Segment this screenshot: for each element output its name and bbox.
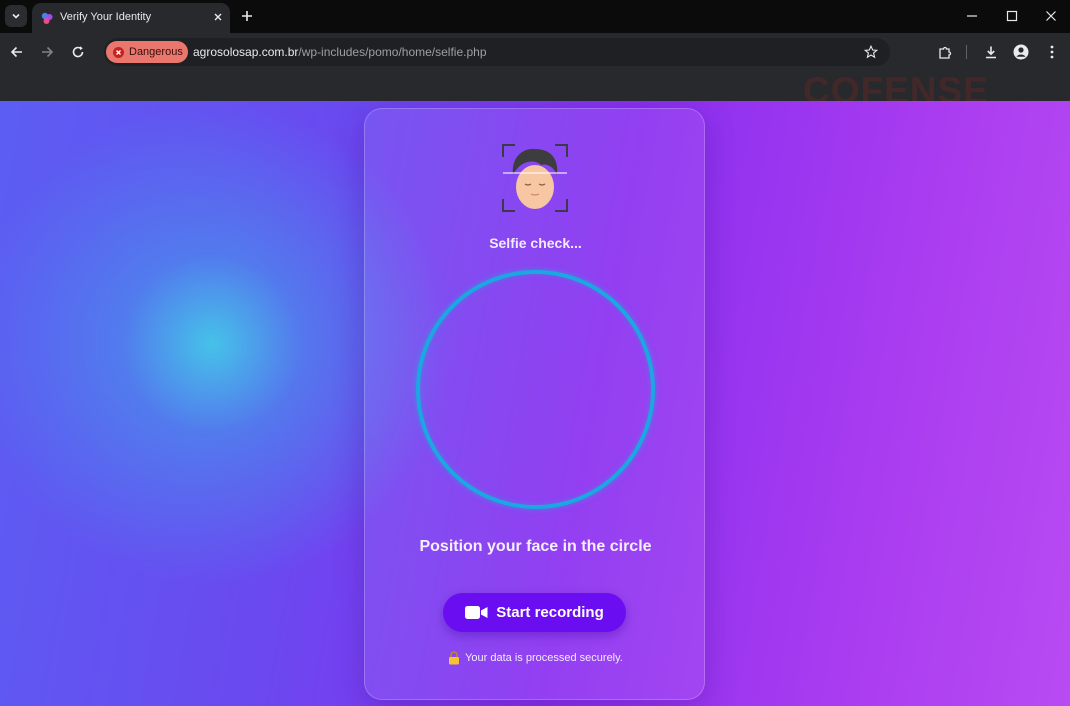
puzzle-icon: [938, 46, 951, 59]
active-tab[interactable]: Verify Your Identity: [32, 3, 230, 33]
maximize-icon: [1006, 10, 1018, 22]
chevron-down-icon: [12, 13, 20, 19]
selfie-check-title: Selfie check...: [489, 235, 582, 251]
video-camera-icon: [465, 606, 488, 619]
security-status-label: Dangerous: [129, 46, 183, 58]
bookmark-button[interactable]: [862, 43, 880, 61]
url-path: /wp-includes/pomo/home/selfie.php: [298, 45, 487, 59]
app-favicon-icon: [41, 12, 53, 24]
downloads-button[interactable]: [981, 42, 1001, 62]
maximize-button[interactable]: [1001, 6, 1023, 26]
star-icon: [864, 45, 878, 59]
minimize-icon: [967, 15, 977, 17]
danger-icon: [113, 46, 124, 58]
close-icon: [214, 13, 222, 21]
secure-note: Your data is processed securely.: [365, 651, 706, 665]
tab-strip: Verify Your Identity: [0, 0, 1070, 33]
kebab-menu-icon: [1050, 45, 1054, 59]
arrow-left-icon: [10, 46, 22, 58]
arrow-right-icon: [42, 46, 54, 58]
forward-button[interactable]: [37, 42, 57, 62]
back-button[interactable]: [7, 42, 27, 62]
download-icon: [986, 46, 996, 59]
face-scan-icon: [502, 144, 568, 212]
start-recording-button[interactable]: Start recording: [443, 593, 626, 632]
plus-icon: [242, 11, 252, 21]
page-viewport: Selfie check... Position your face in th…: [0, 101, 1070, 706]
profile-icon: [1013, 44, 1029, 60]
url-text[interactable]: agrosolosap.com.br/wp-includes/pomo/home…: [193, 45, 487, 59]
lock-icon: [449, 651, 460, 665]
minimize-button[interactable]: [961, 6, 983, 26]
security-status-chip[interactable]: Dangerous: [106, 41, 188, 63]
new-tab-button[interactable]: [238, 7, 256, 25]
start-recording-label: Start recording: [496, 604, 604, 621]
instruction-text: Position your face in the circle: [419, 538, 652, 555]
close-window-button[interactable]: [1040, 6, 1062, 26]
face-position-circle: [416, 270, 655, 509]
menu-button[interactable]: [1042, 42, 1062, 62]
url-host: agrosolosap.com.br: [193, 45, 299, 59]
address-bar[interactable]: Dangerous agrosolosap.com.br/wp-includes…: [104, 38, 890, 66]
close-icon: [1046, 11, 1056, 21]
verification-card: Selfie check... Position your face in th…: [364, 108, 705, 700]
toolbar-divider: [966, 45, 967, 59]
tab-close-button[interactable]: [210, 9, 226, 25]
tab-title: Verify Your Identity: [60, 11, 152, 23]
extensions-button[interactable]: [935, 42, 955, 62]
reload-icon: [72, 46, 84, 58]
profile-button[interactable]: [1011, 42, 1031, 62]
browser-toolbar: Dangerous agrosolosap.com.br/wp-includes…: [0, 33, 1070, 70]
tab-search-button[interactable]: [5, 5, 27, 27]
secure-note-text: Your data is processed securely.: [465, 652, 623, 664]
reload-button[interactable]: [68, 42, 88, 62]
